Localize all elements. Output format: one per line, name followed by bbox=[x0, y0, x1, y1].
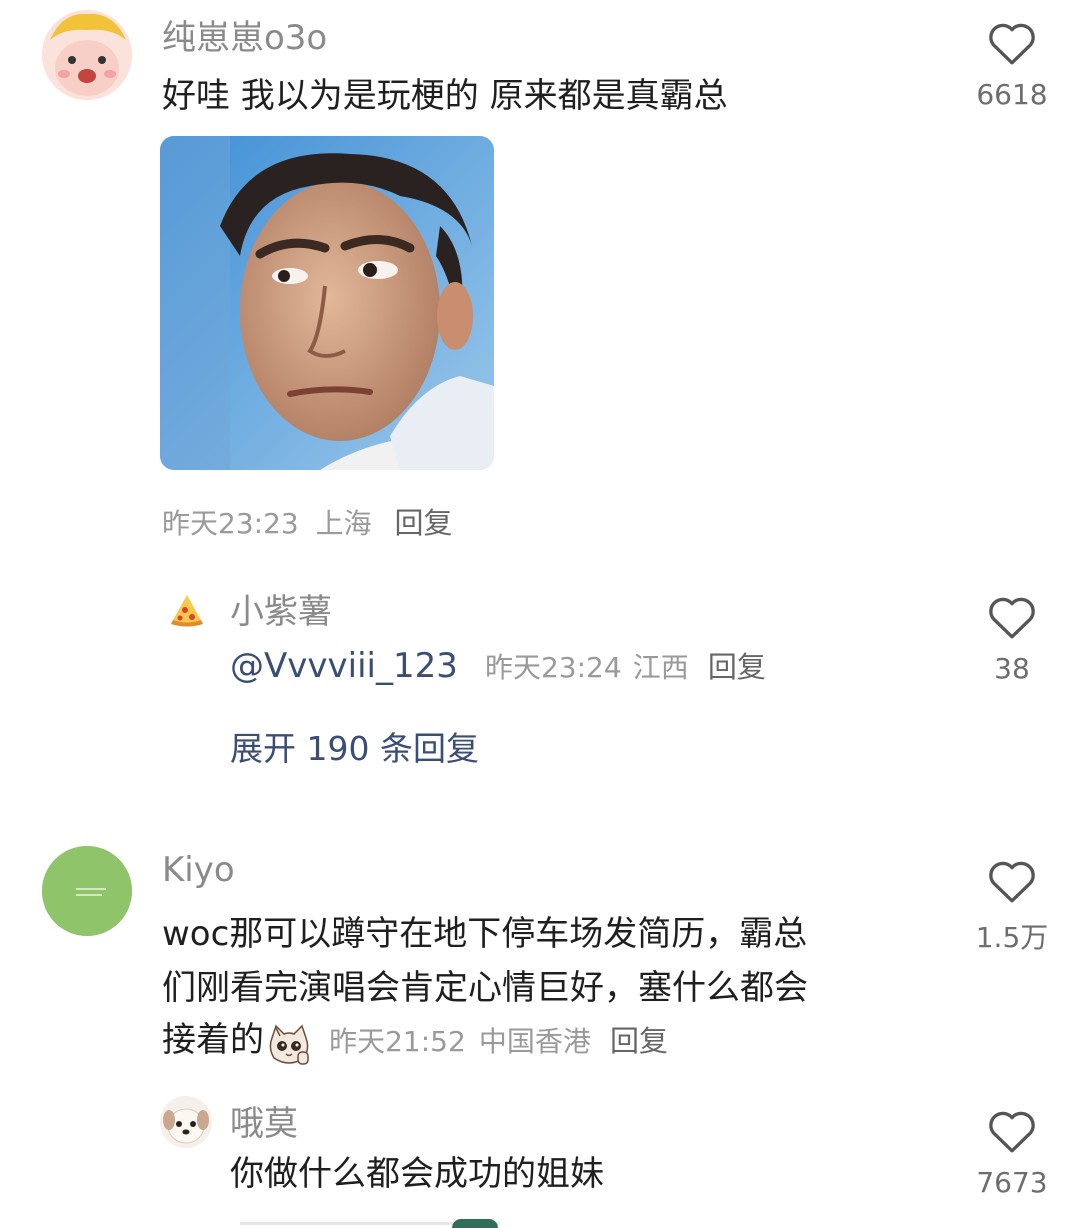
comment-text-line: 们刚看完演唱会肯定心情巨好，塞什么都会 bbox=[162, 968, 808, 1008]
avatar[interactable] bbox=[42, 10, 132, 100]
comment-meta: 昨天23:23 上海 回复 bbox=[162, 500, 453, 542]
reply-button[interactable]: 回复 bbox=[708, 650, 766, 684]
heart-outline-icon bbox=[989, 1111, 1035, 1153]
cartoon-pig-avatar-icon bbox=[42, 10, 132, 100]
reply-line: @Vvvviii_123 昨天23:24 江西 回复 bbox=[230, 644, 766, 686]
comment-time: 昨天21:52 bbox=[329, 1025, 466, 1058]
like-button[interactable]: 6618 bbox=[957, 20, 1067, 111]
expand-replies-link[interactable]: 展开 190 条回复 bbox=[230, 722, 479, 770]
comment-text-line: 接着的 bbox=[162, 1020, 264, 1060]
meme-face-image bbox=[160, 136, 494, 470]
username[interactable]: 纯崽崽o3o bbox=[162, 10, 327, 59]
cat-emoji-icon bbox=[266, 1024, 312, 1070]
reply-button[interactable]: 回复 bbox=[610, 1024, 668, 1058]
comment-text-line: woc那可以蹲守在地下停车场发简历，霸总 bbox=[162, 914, 808, 954]
green-circle-avatar-icon bbox=[42, 846, 132, 936]
avatar[interactable] bbox=[160, 1096, 212, 1148]
username[interactable]: Kiyo bbox=[162, 850, 235, 890]
like-button[interactable]: 1.5万 bbox=[957, 858, 1067, 956]
puppy-avatar-icon bbox=[160, 1096, 212, 1148]
next-avatar-peek bbox=[452, 1219, 498, 1228]
comment-last-line: 接着的 昨天21:52 中国香港 回复 bbox=[162, 1012, 668, 1070]
like-count: 6618 bbox=[976, 78, 1048, 111]
like-button[interactable]: 7673 bbox=[957, 1108, 1067, 1199]
like-count: 7673 bbox=[976, 1166, 1048, 1199]
comment-location: 中国香港 bbox=[478, 1025, 591, 1058]
comment-time: 昨天23:23 bbox=[162, 507, 299, 540]
avatar[interactable] bbox=[42, 846, 132, 936]
heart-outline-icon bbox=[989, 597, 1035, 639]
avatar[interactable] bbox=[168, 592, 206, 630]
reply-username[interactable]: 哦莫 bbox=[230, 1096, 298, 1145]
like-count: 38 bbox=[994, 652, 1030, 685]
reply-button[interactable]: 回复 bbox=[395, 506, 453, 540]
heart-outline-icon bbox=[989, 23, 1035, 65]
reply-time: 昨天23:24 bbox=[484, 651, 622, 684]
like-button[interactable]: 38 bbox=[957, 594, 1067, 685]
mention-link[interactable]: @Vvvviii_123 bbox=[230, 646, 458, 686]
comment-image[interactable] bbox=[160, 136, 494, 470]
heart-outline-icon bbox=[989, 861, 1035, 903]
comment-text: 好哇 我以为是玩梗的 原来都是真霸总 bbox=[162, 76, 728, 116]
like-count: 1.5万 bbox=[975, 921, 1049, 954]
reply-location: 江西 bbox=[632, 651, 689, 684]
pizza-slice-avatar-icon bbox=[171, 595, 203, 627]
reply-text: 你做什么都会成功的姐妹 bbox=[230, 1154, 604, 1194]
reply-username[interactable]: 小紫薯 bbox=[230, 584, 332, 633]
comment-location: 上海 bbox=[315, 507, 372, 540]
